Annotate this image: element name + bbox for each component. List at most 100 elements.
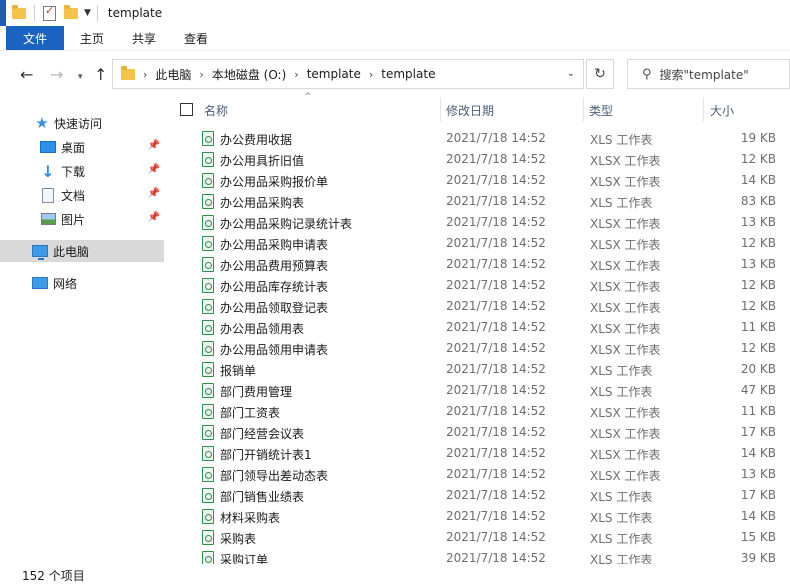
column-divider[interactable] <box>440 98 441 122</box>
file-date-modified: 2021/7/18 14:52 <box>446 551 546 565</box>
file-date-modified: 2021/7/18 14:52 <box>446 173 546 187</box>
file-name: 办公用品库存统计表 <box>220 280 329 294</box>
file-size: 14 KB <box>740 509 776 523</box>
nav-item-label: 图片 <box>61 212 86 227</box>
nav-item-desktop[interactable]: 桌面 📌 <box>0 136 164 158</box>
nav-item-documents[interactable]: 文档 📌 <box>0 184 164 206</box>
file-type: XLS 工作表 <box>590 364 653 378</box>
chevron-right-icon[interactable]: › <box>199 68 203 81</box>
column-type[interactable]: 类型 <box>589 102 613 119</box>
tab-share[interactable]: 共享 <box>118 26 170 50</box>
file-size: 12 KB <box>740 236 776 250</box>
excel-file-icon <box>202 530 214 545</box>
file-row[interactable]: 办公用品采购记录统计表 2021/7/18 14:52 XLSX 工作表 13 KB <box>168 212 790 233</box>
refresh-button[interactable]: ↻ <box>586 59 614 89</box>
search-placeholder: 搜索"template" <box>659 67 749 82</box>
file-date-modified: 2021/7/18 14:52 <box>446 194 546 208</box>
breadcrumb-this-pc[interactable]: 此电脑 <box>155 66 191 83</box>
file-row[interactable]: 部门工资表 2021/7/18 14:52 XLSX 工作表 11 KB <box>168 401 790 422</box>
file-row[interactable]: 办公用品采购报价单 2021/7/18 14:52 XLSX 工作表 14 KB <box>168 170 790 191</box>
file-type: XLSX 工作表 <box>590 238 661 252</box>
file-row[interactable]: 材料采购表 2021/7/18 14:52 XLS 工作表 14 KB <box>168 506 790 527</box>
file-row[interactable]: 办公用品领取登记表 2021/7/18 14:52 XLSX 工作表 12 KB <box>168 296 790 317</box>
file-row[interactable]: 采购表 2021/7/18 14:52 XLS 工作表 15 KB <box>168 527 790 548</box>
select-all-checkbox[interactable] <box>180 103 193 116</box>
search-input[interactable]: ⚲ 搜索"template" <box>627 59 790 89</box>
file-row[interactable]: 部门销售业绩表 2021/7/18 14:52 XLS 工作表 17 KB <box>168 485 790 506</box>
pin-icon[interactable]: 📌 <box>148 188 160 199</box>
back-arrow-icon[interactable]: ← <box>20 67 33 83</box>
file-row[interactable]: 办公用具折旧值 2021/7/18 14:52 XLSX 工作表 12 KB <box>168 149 790 170</box>
nav-item-network[interactable]: 网络 <box>0 272 164 294</box>
column-divider[interactable] <box>703 98 704 122</box>
sort-ascending-icon: ^ <box>304 92 312 102</box>
pin-icon[interactable]: 📌 <box>148 164 160 175</box>
excel-file-icon <box>202 488 214 503</box>
file-row[interactable]: 办公用品费用预算表 2021/7/18 14:52 XLSX 工作表 13 KB <box>168 254 790 275</box>
excel-file-icon <box>202 320 214 335</box>
file-row[interactable]: 办公用品领用申请表 2021/7/18 14:52 XLSX 工作表 12 KB <box>168 338 790 359</box>
file-type: XLSX 工作表 <box>590 343 661 357</box>
file-row[interactable]: 办公费用收据 2021/7/18 14:52 XLS 工作表 19 KB <box>168 128 790 149</box>
file-name: 办公用品采购表 <box>220 196 305 210</box>
file-date-modified: 2021/7/18 14:52 <box>446 425 546 439</box>
column-name[interactable]: 名称 <box>204 102 228 119</box>
recent-locations-chevron-icon[interactable]: ▾ <box>78 69 83 85</box>
chevron-right-icon[interactable]: › <box>294 68 298 81</box>
file-row[interactable]: 办公用品领用表 2021/7/18 14:52 XLSX 工作表 11 KB <box>168 317 790 338</box>
file-row[interactable]: 办公用品采购表 2021/7/18 14:52 XLS 工作表 83 KB <box>168 191 790 212</box>
file-type: XLSX 工作表 <box>590 154 661 168</box>
file-size: 83 KB <box>740 194 776 208</box>
file-row[interactable]: 办公用品库存统计表 2021/7/18 14:52 XLSX 工作表 12 KB <box>168 275 790 296</box>
column-size[interactable]: 大小 <box>710 102 734 119</box>
column-divider[interactable] <box>583 98 584 122</box>
file-type: XLSX 工作表 <box>590 217 661 231</box>
customize-toolbar-chevron-icon[interactable]: ▼ <box>84 8 91 18</box>
column-date-modified[interactable]: 修改日期 <box>446 102 494 119</box>
tab-file[interactable]: 文件 <box>6 26 64 50</box>
excel-file-icon <box>202 257 214 272</box>
nav-item-quick-access[interactable]: ★ 快速访问 <box>0 112 164 134</box>
file-row[interactable]: 部门经营会议表 2021/7/18 14:52 XLSX 工作表 17 KB <box>168 422 790 443</box>
column-headers: ^ 名称 修改日期 类型 大小 <box>168 92 790 122</box>
properties-icon[interactable] <box>43 4 56 21</box>
tab-home[interactable]: 主页 <box>66 26 118 50</box>
file-row[interactable]: 部门开销统计表1 2021/7/18 14:52 XLSX 工作表 14 KB <box>168 443 790 464</box>
file-type: XLS 工作表 <box>590 133 653 147</box>
file-size: 47 KB <box>740 383 776 397</box>
file-row[interactable]: 部门领导出差动态表 2021/7/18 14:52 XLSX 工作表 13 KB <box>168 464 790 485</box>
breadcrumb-template-parent[interactable]: template <box>307 67 361 81</box>
file-name: 部门费用管理 <box>220 385 293 399</box>
pin-icon[interactable]: 📌 <box>148 212 160 223</box>
up-arrow-icon[interactable]: ↑ <box>94 67 107 83</box>
address-bar[interactable]: › 此电脑 › 本地磁盘 (O:) › template › template … <box>112 59 584 89</box>
chevron-down-icon[interactable]: ⌄ <box>567 68 575 79</box>
forward-arrow-icon[interactable]: → <box>50 67 63 83</box>
chevron-right-icon[interactable]: › <box>369 68 373 81</box>
file-row[interactable]: 报销单 2021/7/18 14:52 XLS 工作表 20 KB <box>168 359 790 380</box>
folder-icon <box>121 65 135 80</box>
chevron-right-icon[interactable]: › <box>143 68 147 81</box>
file-row[interactable]: 办公用品采购申请表 2021/7/18 14:52 XLSX 工作表 12 KB <box>168 233 790 254</box>
nav-item-pictures[interactable]: 图片 📌 <box>0 208 164 230</box>
nav-item-label: 此电脑 <box>53 244 90 259</box>
excel-file-icon <box>202 131 214 146</box>
new-folder-icon[interactable] <box>64 4 78 19</box>
file-type: XLSX 工作表 <box>590 301 661 315</box>
file-row[interactable]: 部门费用管理 2021/7/18 14:52 XLS 工作表 47 KB <box>168 380 790 401</box>
excel-file-icon <box>202 383 214 398</box>
folder-icon[interactable] <box>12 4 26 19</box>
file-date-modified: 2021/7/18 14:52 <box>446 404 546 418</box>
pin-icon[interactable]: 📌 <box>148 140 160 151</box>
breadcrumb-local-disk[interactable]: 本地磁盘 (O:) <box>212 66 286 83</box>
excel-file-icon <box>202 341 214 356</box>
nav-item-this-pc[interactable]: 此电脑 <box>0 240 164 262</box>
breadcrumb-template-current[interactable]: template <box>381 67 435 81</box>
nav-item-label: 下载 <box>61 164 86 179</box>
nav-item-downloads[interactable]: ↓ 下载 📌 <box>0 160 164 182</box>
nav-item-label: 网络 <box>53 276 78 291</box>
tab-view[interactable]: 查看 <box>170 26 222 50</box>
file-type: XLSX 工作表 <box>590 175 661 189</box>
file-size: 17 KB <box>740 488 776 502</box>
pictures-icon <box>40 212 56 226</box>
